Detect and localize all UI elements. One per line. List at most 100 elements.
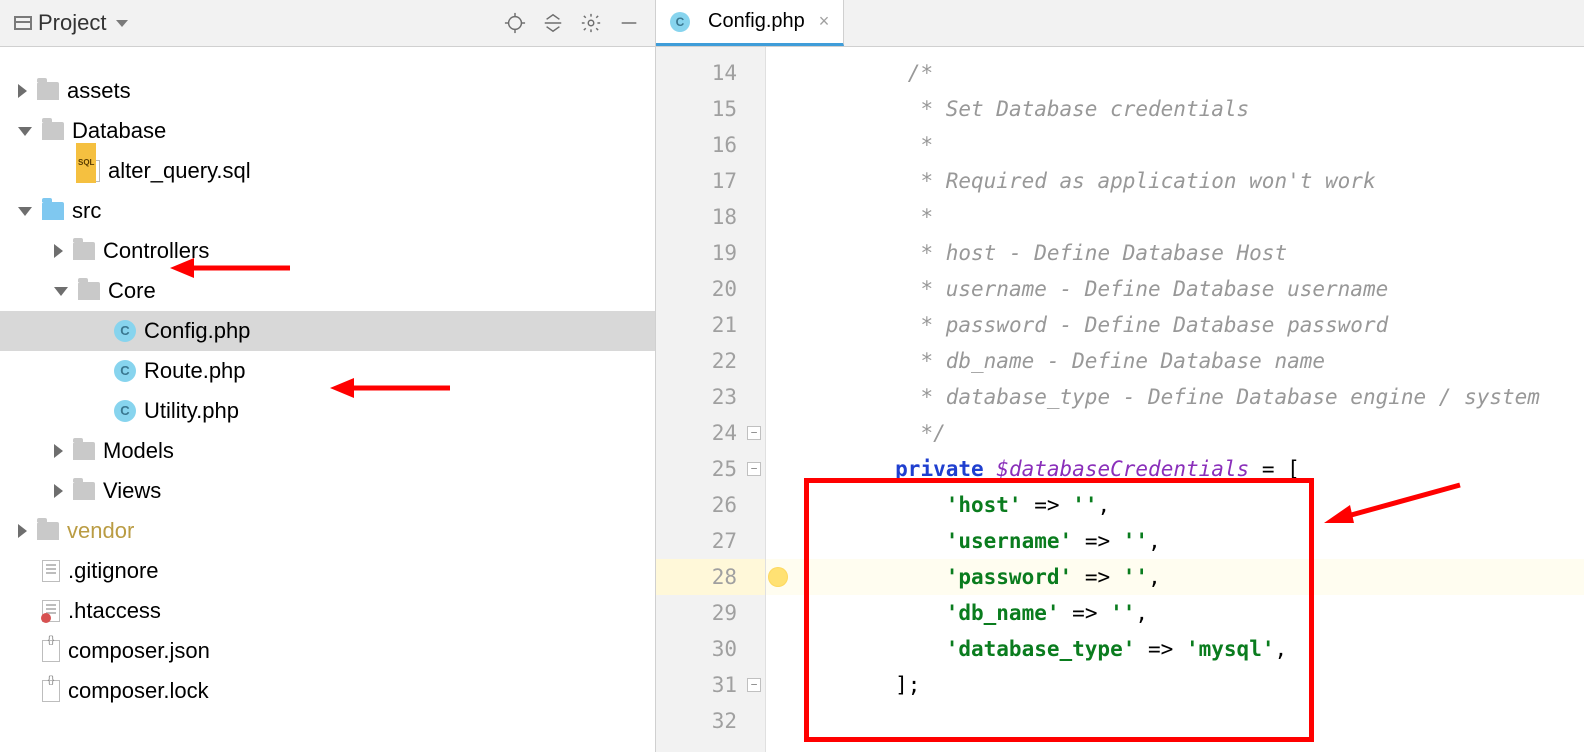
php-c-icon: C [114,320,136,342]
editor-body[interactable]: 1415161718192021222324−25−262728293031−3… [656,47,1584,752]
code-line[interactable]: * [766,199,1584,235]
tree-item-database[interactable]: Database [0,111,655,151]
tree-item-label: Route.php [144,351,246,391]
project-view-dropdown-icon[interactable] [116,20,128,27]
line-number: 24− [656,415,765,451]
code-line[interactable]: * Set Database credentials [766,91,1584,127]
line-number: 30 [656,631,765,667]
code-line[interactable]: 'db_name' => '', [766,595,1584,631]
code-line[interactable]: 'database_type' => 'mysql', [766,631,1584,667]
close-tab-icon[interactable]: × [819,11,830,32]
intention-bulb-icon[interactable] [768,567,788,587]
code-line[interactable]: ]; [766,667,1584,703]
php-c-icon: C [114,400,136,422]
folder-icon [73,242,95,260]
json-icon [42,680,60,702]
tree-item-route-php[interactable]: C Route.php [0,351,655,391]
editor-tab-config[interactable]: C Config.php × [656,0,844,46]
tree-item-src[interactable]: src [0,191,655,231]
tree-item-core[interactable]: Core [0,271,655,311]
disclosure-none-icon [90,324,104,338]
folder-icon [37,82,59,100]
fold-marker-icon[interactable]: − [747,426,761,440]
line-number-gutter: 1415161718192021222324−25−262728293031−3… [656,47,766,752]
code-line[interactable]: * password - Define Database password [766,307,1584,343]
code-line[interactable]: 'password' => '', [766,559,1584,595]
line-number: 17 [656,163,765,199]
code-line[interactable]: 'username' => '', [766,523,1584,559]
tree-item--htaccess[interactable]: .htaccess [0,591,655,631]
tree-item-label: .gitignore [68,551,159,591]
disclosure-closed-icon[interactable] [54,484,63,498]
disclosure-open-icon[interactable] [18,127,32,136]
folder-icon [37,522,59,540]
line-number: 21 [656,307,765,343]
tree-item-label: composer.json [68,631,210,671]
line-number: 26 [656,487,765,523]
tree-item-label: alter_query.sql [108,151,251,191]
tree-item-label: Core [108,271,156,311]
disclosure-none-icon [18,684,32,698]
tree-item--gitignore[interactable]: .gitignore [0,551,655,591]
fold-marker-icon[interactable]: − [747,462,761,476]
php-c-icon: C [114,360,136,382]
tree-item-alter-query-sql[interactable]: alter_query.sql [0,151,655,191]
sql-icon [78,160,100,182]
tree-item-utility-php[interactable]: CUtility.php [0,391,655,431]
code-line[interactable]: private $databaseCredentials = [ [766,451,1584,487]
code-line[interactable]: * Required as application won't work [766,163,1584,199]
code-line[interactable]: * host - Define Database Host [766,235,1584,271]
disclosure-open-icon[interactable] [54,287,68,296]
tree-item-controllers[interactable]: Controllers [0,231,655,271]
code-line[interactable] [766,703,1584,739]
folder-icon [73,442,95,460]
project-icon [14,16,32,30]
tree-item-label: Models [103,431,174,471]
code-line[interactable]: /* [766,55,1584,91]
code-area[interactable]: /* * Set Database credentials * * Requir… [766,47,1584,752]
disclosure-none-icon [90,404,104,418]
project-tree[interactable]: assetsDatabasealter_query.sqlsrcControll… [0,47,655,752]
tree-item-label: Controllers [103,231,209,271]
line-number: 15 [656,91,765,127]
hide-panel-icon[interactable] [613,7,645,39]
disclosure-none-icon [18,644,32,658]
disclosure-closed-icon[interactable] [54,244,63,258]
code-line[interactable]: * [766,127,1584,163]
disclosure-closed-icon[interactable] [18,84,27,98]
disclosure-open-icon[interactable] [18,207,32,216]
disclosure-none-icon [18,564,32,578]
code-line[interactable]: 'host' => '', [766,487,1584,523]
tree-item-vendor[interactable]: vendor [0,511,655,551]
tree-item-label: vendor [67,511,134,551]
code-line[interactable]: * db_name - Define Database name [766,343,1584,379]
line-number: 18 [656,199,765,235]
line-number: 28 [656,559,765,595]
json-icon [42,640,60,662]
fold-marker-icon[interactable]: − [747,678,761,692]
editor-tab-bar: C Config.php × [656,0,1584,47]
tree-item-label: Views [103,471,161,511]
tree-item-config-php[interactable]: CConfig.php [0,311,655,351]
tree-item-views[interactable]: Views [0,471,655,511]
project-header: Project [0,0,655,47]
editor-tab-label: Config.php [708,10,805,33]
tree-item-assets[interactable]: assets [0,71,655,111]
tree-item-label: composer.lock [68,671,209,711]
disclosure-closed-icon[interactable] [18,524,27,538]
locate-icon[interactable] [499,7,531,39]
php-class-icon: C [670,12,690,32]
line-number: 25− [656,451,765,487]
code-line[interactable]: * database_type - Define Database engine… [766,379,1584,415]
collapse-all-icon[interactable] [537,7,569,39]
tree-item-composer-json[interactable]: composer.json [0,631,655,671]
tree-item-models[interactable]: Models [0,431,655,471]
tree-item-composer-lock[interactable]: composer.lock [0,671,655,711]
tree-item-label: assets [67,71,131,111]
disclosure-closed-icon[interactable] [54,444,63,458]
settings-gear-icon[interactable] [575,7,607,39]
code-line[interactable]: */ [766,415,1584,451]
line-number: 29 [656,595,765,631]
code-line[interactable]: * username - Define Database username [766,271,1584,307]
line-number: 32 [656,703,765,739]
